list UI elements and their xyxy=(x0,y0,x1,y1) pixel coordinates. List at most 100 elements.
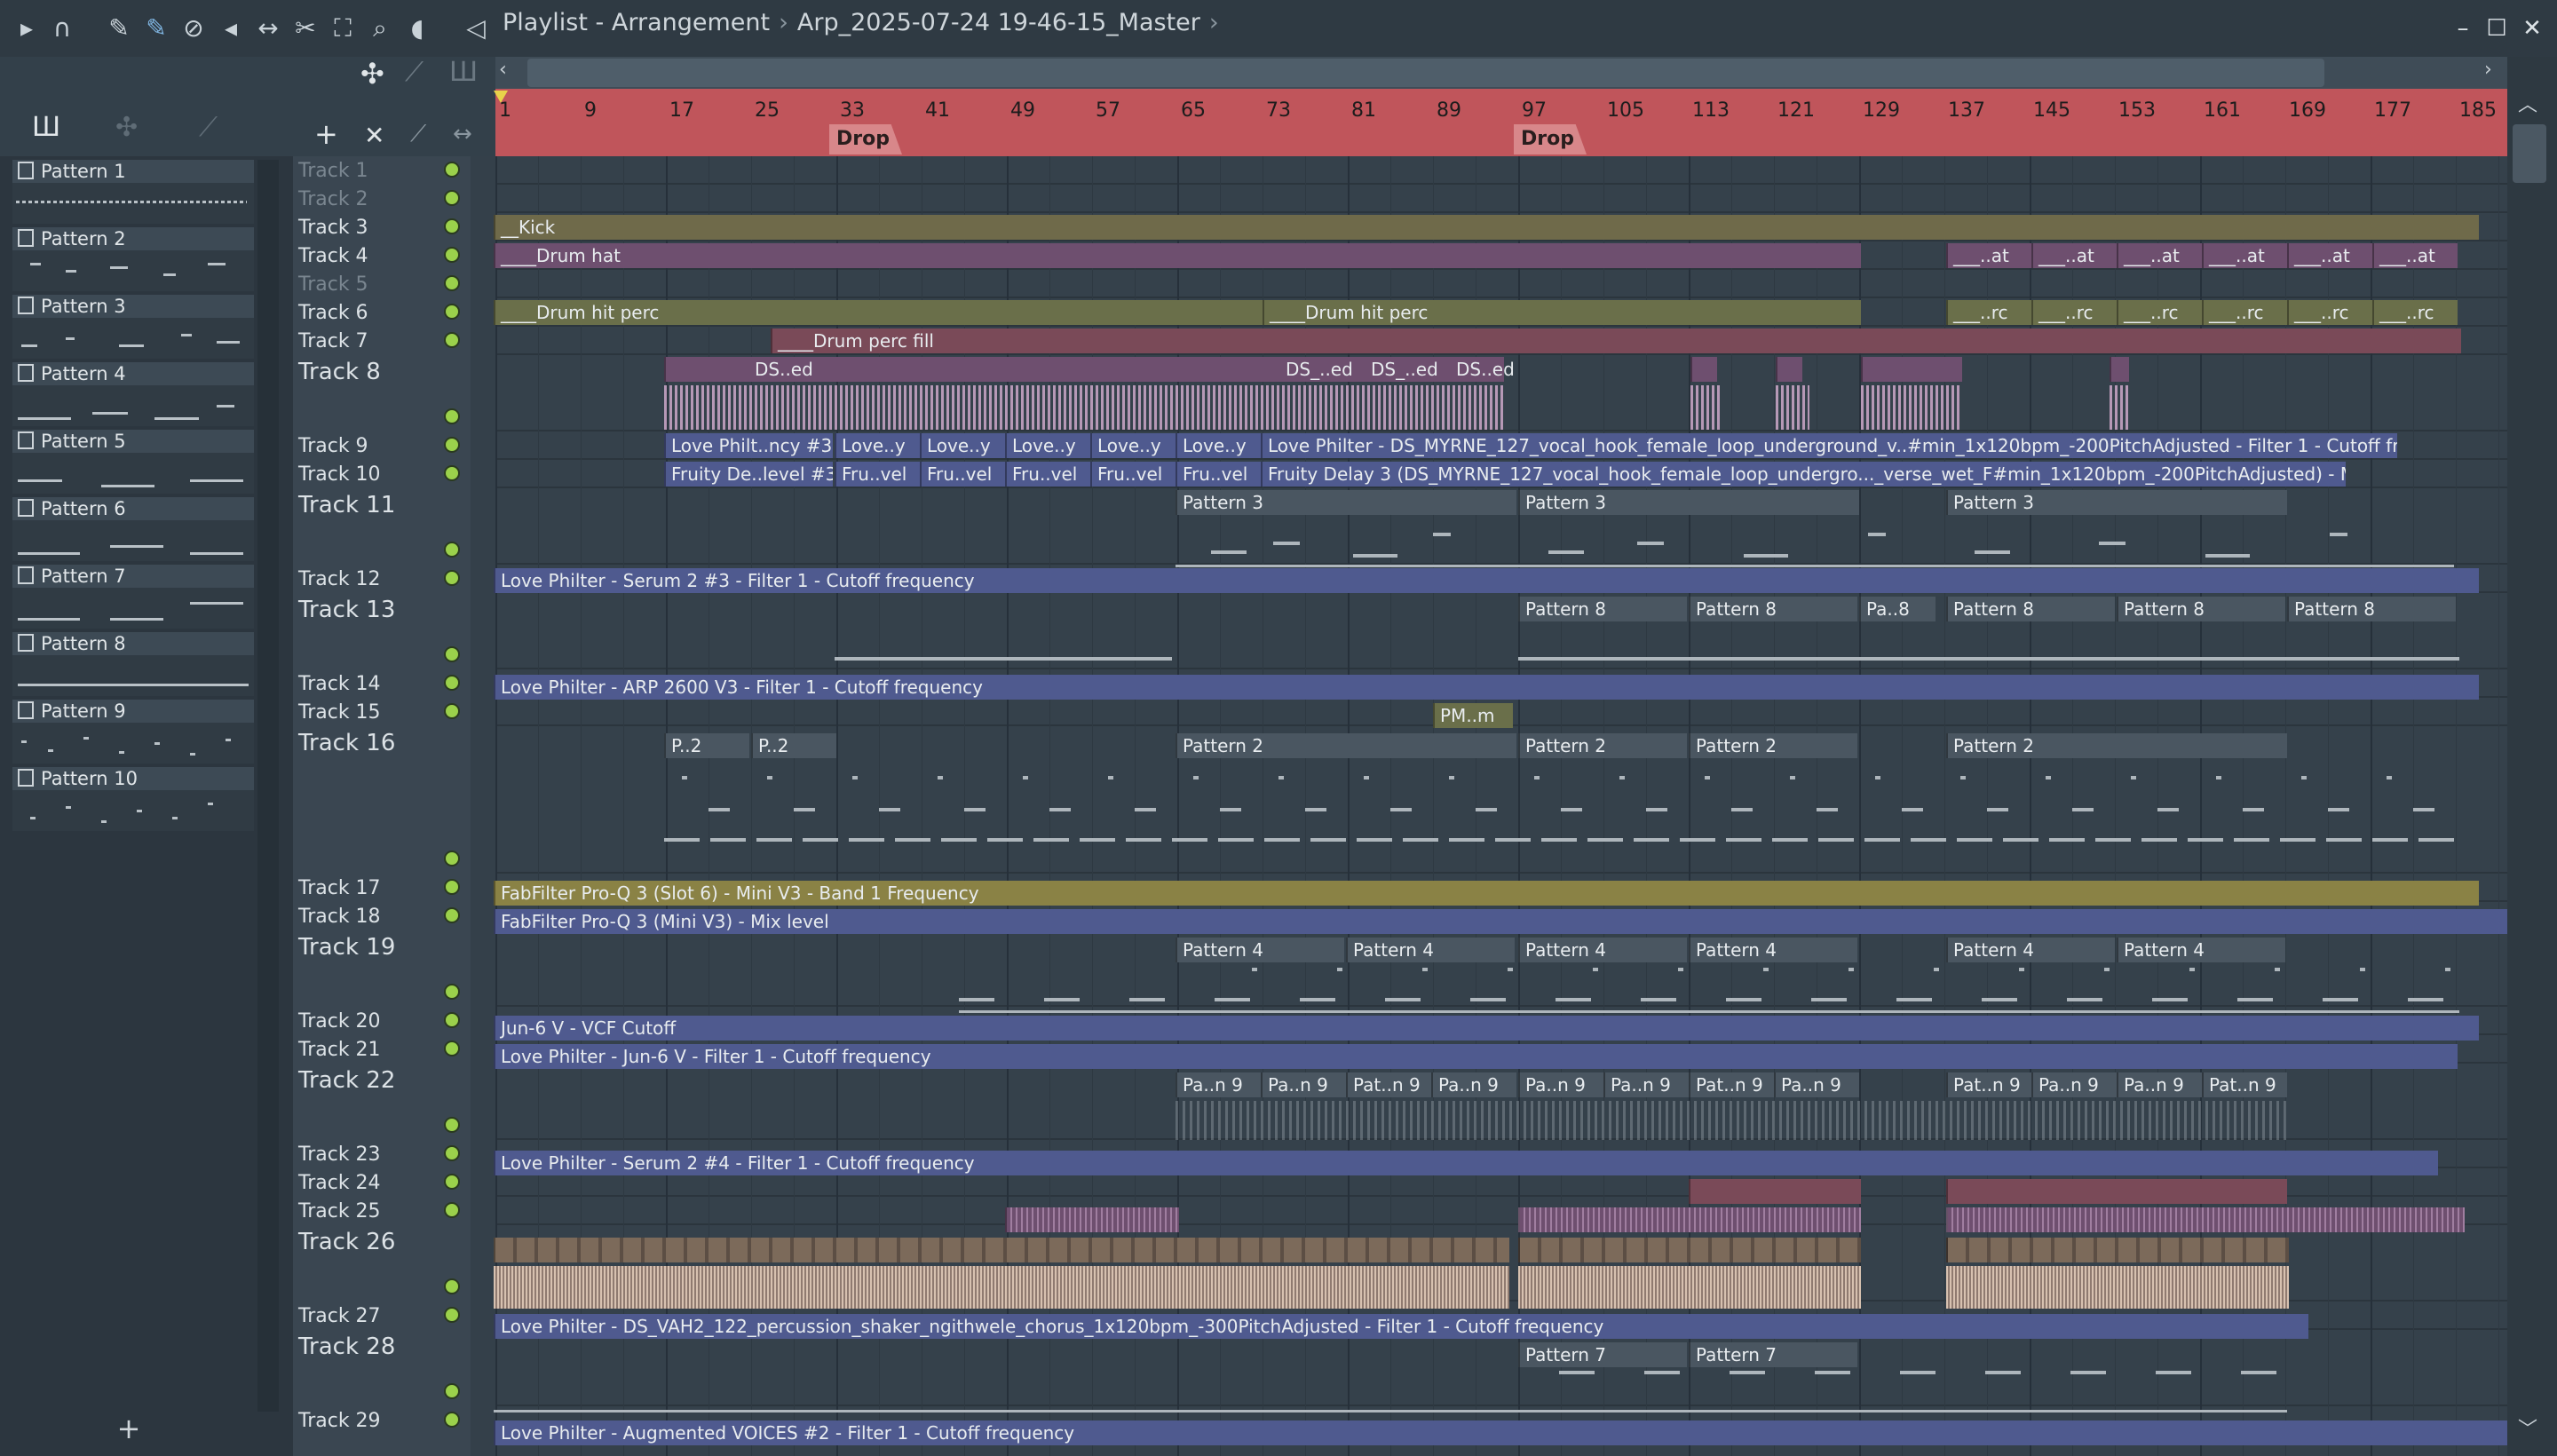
curve-icon[interactable]: ⟋ xyxy=(410,121,426,148)
clip-pattern[interactable]: Pa..n 9 xyxy=(1431,1072,1516,1097)
zoom-icon[interactable]: ⌕ xyxy=(364,12,396,44)
clip-vocal[interactable] xyxy=(1861,357,1962,382)
pattern-item[interactable]: Pattern 1 xyxy=(12,160,254,224)
clip-automation[interactable]: Love..y xyxy=(920,433,1005,458)
paint-icon[interactable]: ✎ xyxy=(140,12,172,44)
track-enable-led[interactable] xyxy=(444,190,460,206)
track-name[interactable]: Track 27 xyxy=(298,1305,381,1327)
play-arrow-icon[interactable]: ▸ xyxy=(11,12,43,44)
track-enable-led[interactable] xyxy=(444,1412,460,1428)
track-name[interactable]: Track 21 xyxy=(298,1039,381,1061)
magnet-icon[interactable]: ∩ xyxy=(46,12,78,44)
track-name[interactable]: Track 26 xyxy=(298,1229,395,1255)
track-name[interactable]: Track 25 xyxy=(298,1200,381,1223)
grid-icon[interactable]: Ш xyxy=(449,57,478,88)
track-enable-led[interactable] xyxy=(444,1041,460,1056)
clip-shaker[interactable] xyxy=(494,1238,1509,1262)
track-enable-led[interactable] xyxy=(444,332,460,348)
track-name[interactable]: Track 4 xyxy=(298,245,368,267)
track-name[interactable]: Track 19 xyxy=(298,934,395,961)
track-enable-led[interactable] xyxy=(444,1145,460,1161)
pattern-item[interactable]: Pattern 4 xyxy=(12,362,254,426)
clip-automation[interactable]: Fru..vel xyxy=(835,462,920,487)
clip-pattern[interactable]: P..2 xyxy=(664,733,749,758)
clip-pattern[interactable]: Pattern 3 xyxy=(1518,490,1859,515)
clip-pattern[interactable]: Pat..n 9 xyxy=(1946,1072,2031,1097)
maximize-button[interactable]: ☐ xyxy=(2479,11,2514,46)
link-icon[interactable]: ⟋ xyxy=(405,57,424,88)
clip-drum-hat[interactable]: ____Drum hat xyxy=(494,243,1861,268)
track-enable-led[interactable] xyxy=(444,1383,460,1399)
track-enable-led[interactable] xyxy=(444,703,460,719)
track-enable-led[interactable] xyxy=(444,1012,460,1028)
track-name[interactable]: Track 17 xyxy=(298,877,381,899)
pattern-item[interactable]: Pattern 8 xyxy=(12,632,254,696)
clip-audio[interactable] xyxy=(1946,1207,2465,1232)
vertical-scrollbar[interactable] xyxy=(2507,57,2557,1456)
track-enable-led[interactable] xyxy=(444,984,460,1000)
clip-pattern[interactable]: Pa..n 9 xyxy=(1518,1072,1603,1097)
clip-pattern[interactable]: Pat..n 9 xyxy=(1689,1072,1774,1097)
track-enable-led[interactable] xyxy=(444,675,460,691)
clip-pattern[interactable]: Pattern 4 xyxy=(1176,938,1344,962)
clip-pattern[interactable]: P..2 xyxy=(751,733,836,758)
track-enable-led[interactable] xyxy=(444,907,460,923)
track-enable-led[interactable] xyxy=(444,437,460,453)
clip-drum-hat[interactable]: ___..at xyxy=(1946,243,2031,268)
clip-drum-hit-perc[interactable]: ___..rc xyxy=(2031,300,2117,325)
track-enable-led[interactable] xyxy=(444,1307,460,1323)
clip-automation[interactable]: Fruity De..level #3 xyxy=(664,462,833,487)
clip-automation[interactable]: Fru..vel xyxy=(920,462,1005,487)
clip-pattern[interactable]: Pattern 4 xyxy=(2117,938,2285,962)
clip-automation[interactable]: Fruity Delay 3 (DS_MYRNE_127_vocal_hook_… xyxy=(1261,462,2346,487)
track-enable-led[interactable] xyxy=(444,1174,460,1190)
clip-pattern[interactable]: Pa..n 9 xyxy=(1603,1072,1689,1097)
clip-automation[interactable]: Love Philter - Augmented VOICES #2 - Fil… xyxy=(494,1420,2507,1445)
track-enable-led[interactable] xyxy=(444,1202,460,1218)
minimize-button[interactable]: – xyxy=(2445,11,2481,46)
clip-pm[interactable]: PM..m xyxy=(1433,703,1513,728)
speaker-icon[interactable]: ◁ xyxy=(460,12,492,44)
clip-automation[interactable]: Love Philter - DS_MYRNE_127_vocal_hook_f… xyxy=(1261,433,2397,458)
clip-automation[interactable]: Love..y xyxy=(1005,433,1090,458)
track-name[interactable]: Track 9 xyxy=(298,435,368,457)
marker-drop[interactable]: Drop xyxy=(829,124,902,154)
track-name[interactable]: Track 15 xyxy=(298,701,381,724)
track-name[interactable]: Track 20 xyxy=(298,1010,381,1033)
delete-icon[interactable]: ⊘ xyxy=(178,12,210,44)
clip-audio[interactable] xyxy=(1689,1179,1861,1204)
track-name[interactable]: Track 11 xyxy=(298,492,395,518)
clip-automation[interactable]: FabFilter Pro-Q 3 (Slot 6) - Mini V3 - B… xyxy=(494,881,2479,906)
clip-vocal[interactable] xyxy=(1776,357,1802,382)
slip-icon[interactable]: ↔ xyxy=(252,12,284,44)
pattern-item[interactable]: Pattern 3 xyxy=(12,295,254,359)
track-enable-led[interactable] xyxy=(444,304,460,320)
track-name[interactable]: Track 29 xyxy=(298,1410,381,1432)
clip-automation[interactable]: Fru..vel xyxy=(1090,462,1176,487)
clip-shaker[interactable] xyxy=(1946,1238,2289,1262)
track-name[interactable]: Track 24 xyxy=(298,1172,381,1194)
close-button[interactable]: ✕ xyxy=(2514,11,2550,46)
clip-pattern[interactable]: Pattern 8 xyxy=(2287,597,2456,621)
clip-pattern[interactable]: Pattern 4 xyxy=(1518,938,1687,962)
slice-icon[interactable]: ✂ xyxy=(289,12,321,44)
clip-automation[interactable]: Love Philter - DS_VAH2_122_percussion_sh… xyxy=(494,1314,2308,1339)
clip-automation[interactable]: Fru..vel xyxy=(1005,462,1090,487)
track-enable-led[interactable] xyxy=(444,218,460,234)
clip-automation[interactable]: Love..y xyxy=(1176,433,1261,458)
clip-pattern[interactable]: Pa..n 9 xyxy=(1176,1072,1261,1097)
pattern-item[interactable]: Pattern 6 xyxy=(12,497,254,561)
clip-drum-hit-perc[interactable]: ___..rc xyxy=(2287,300,2372,325)
clip-pattern[interactable]: Pattern 8 xyxy=(1518,597,1687,621)
clip-pattern[interactable]: Pa..n 9 xyxy=(1774,1072,1859,1097)
track-enable-led[interactable] xyxy=(444,465,460,481)
clip-pattern[interactable]: Pattern 2 xyxy=(1176,733,1516,758)
scroll-down-icon[interactable]: ﹀ xyxy=(2518,1413,2537,1442)
mute-icon[interactable]: ◂ xyxy=(215,12,247,44)
resize-icon[interactable]: ↔ xyxy=(453,121,472,147)
clip-audio[interactable] xyxy=(1518,1207,1861,1232)
add-pattern-button[interactable]: + xyxy=(0,1412,257,1447)
clip-pattern[interactable]: Pattern 8 xyxy=(1946,597,2115,621)
clip-drum-hit-perc[interactable]: ____Drum hit perc xyxy=(1263,300,1861,325)
track-name[interactable]: Track 13 xyxy=(298,597,395,623)
